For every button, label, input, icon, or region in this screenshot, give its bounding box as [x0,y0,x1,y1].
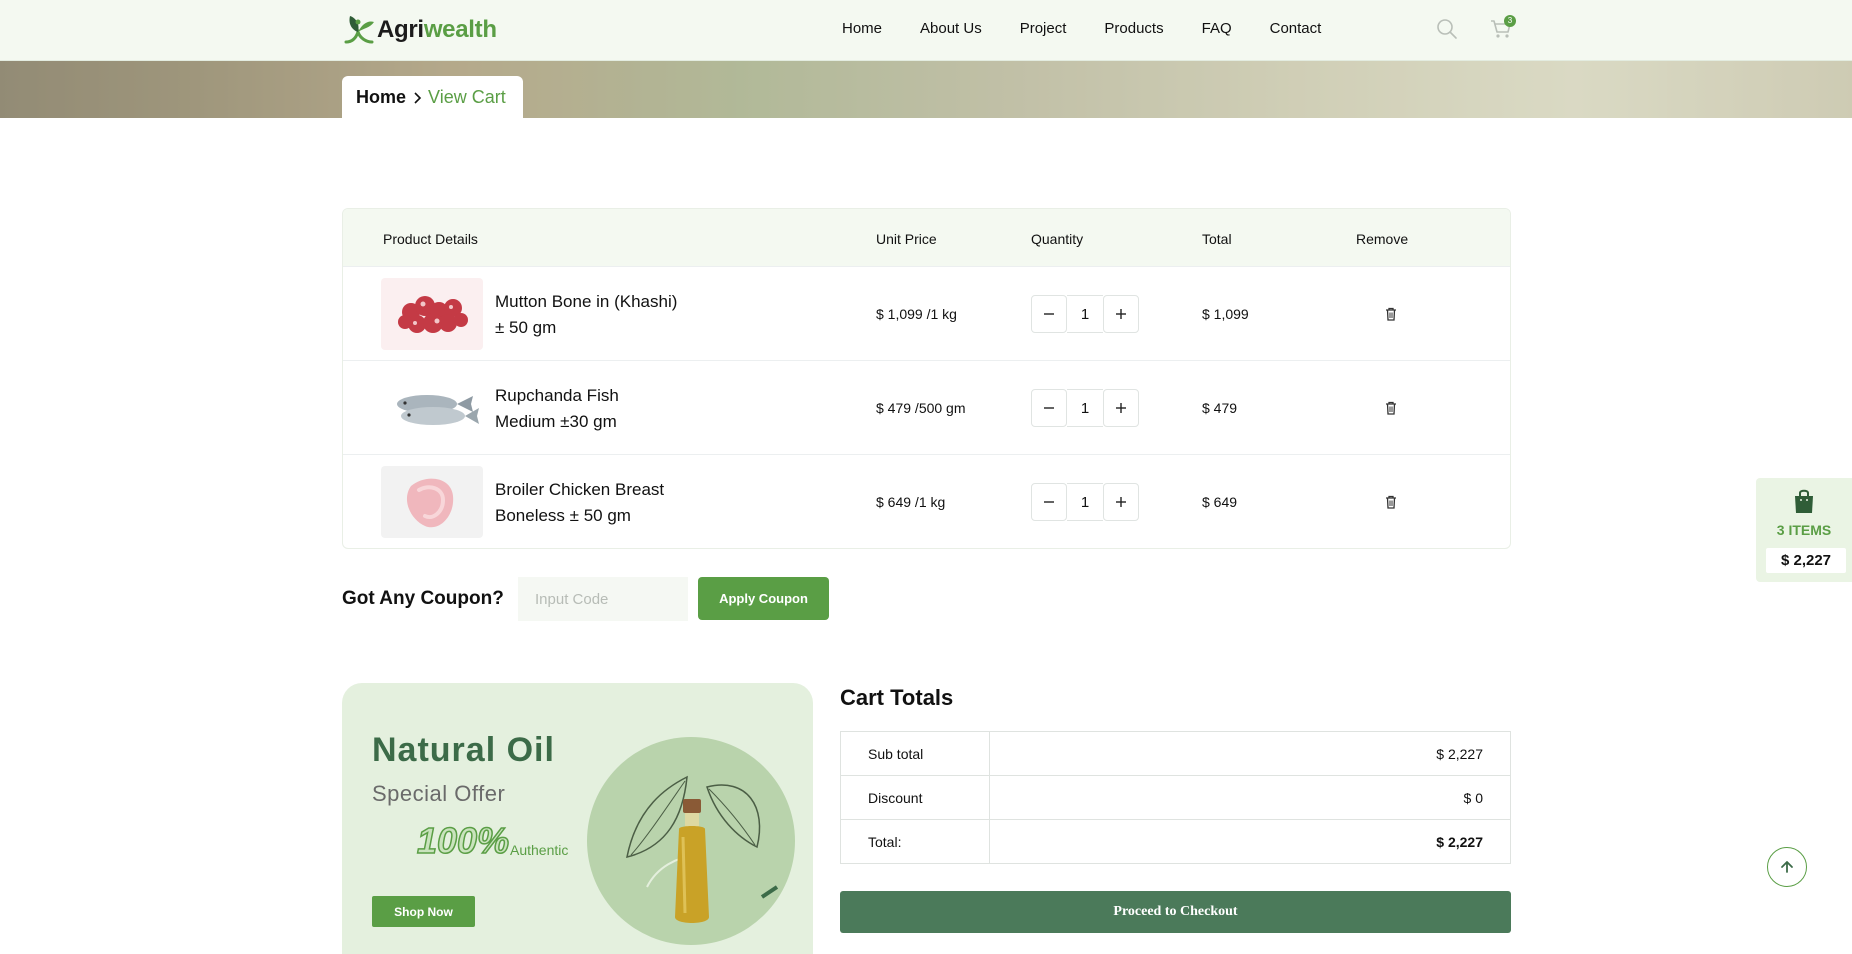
brand-name: Agriwealth [377,16,497,43]
minus-icon [1044,501,1054,503]
totals-row-total: Total: $ 2,227 [840,819,1511,864]
quantity-value[interactable]: 1 [1067,483,1103,521]
main-nav: Home About Us Project Products FAQ Conta… [842,20,1359,37]
decrease-quantity-button[interactable] [1031,295,1067,333]
decrease-quantity-button[interactable] [1031,483,1067,521]
nav-faq[interactable]: FAQ [1202,20,1232,37]
floating-cart-widget[interactable]: 3 ITEMS $ 2,227 [1756,478,1852,582]
quantity-value[interactable]: 1 [1067,389,1103,427]
promo-title: Natural Oil [372,731,555,769]
shop-now-button[interactable]: Shop Now [372,896,475,927]
subtotal-value: $ 2,227 [989,731,1511,776]
product-thumbnail-fish[interactable] [381,372,483,444]
site-header: Agriwealth Home About Us Project Product… [0,0,1852,61]
decrease-quantity-button[interactable] [1031,389,1067,427]
col-total: Total [1202,231,1232,247]
product-thumbnail-mutton[interactable] [381,278,483,350]
nav-about-us[interactable]: About Us [920,20,982,37]
discount-value: $ 0 [989,775,1511,820]
product-thumbnail-chicken[interactable] [381,466,483,538]
chevron-right-icon [414,91,422,104]
unit-price: $ 649 /1 kg [876,494,946,510]
promo-banner: Natural Oil Special Offer 100% Authentic… [342,683,813,954]
cart-totals-title: Cart Totals [840,685,954,710]
table-row: Mutton Bone in (Khashi) ± 50 gm $ 1,099 … [343,266,1510,360]
plus-icon [1116,403,1126,413]
quantity-stepper: 1 [1031,389,1139,427]
col-unit-price: Unit Price [876,231,937,247]
col-remove: Remove [1356,231,1409,247]
nav-products[interactable]: Products [1104,20,1163,37]
shopping-bag-icon [1795,489,1813,513]
apply-coupon-button[interactable]: Apply Coupon [698,577,829,620]
breadcrumb-current: View Cart [428,87,506,107]
proceed-to-checkout-button[interactable]: Proceed to Checkout [840,891,1511,933]
plus-icon [1116,309,1126,319]
floating-cart-amount: $ 2,227 [1766,548,1846,573]
scroll-to-top-button[interactable] [1767,847,1807,887]
table-row: Rupchanda Fish Medium ±30 gm $ 479 /500 … [343,360,1510,454]
cart-count-badge: 3 [1504,15,1516,27]
increase-quantity-button[interactable] [1103,483,1139,521]
oil-bottle-illustration [587,737,795,945]
col-product-details: Product Details [383,231,478,247]
increase-quantity-button[interactable] [1103,295,1139,333]
cart-totals-table: Sub total $ 2,227 Discount $ 0 Total: $ … [840,731,1511,864]
row-total: $ 1,099 [1202,306,1249,322]
search-icon[interactable] [1436,18,1458,40]
brand-logo[interactable]: Agriwealth [342,11,497,49]
table-row: Broiler Chicken Breast Boneless ± 50 gm … [343,454,1510,548]
row-total: $ 649 [1202,494,1238,510]
minus-icon [1044,313,1054,315]
row-total: $ 479 [1202,400,1238,416]
product-name[interactable]: Rupchanda Fish Medium ±30 gm [495,383,715,435]
promo-subtitle: Special Offer [372,781,506,806]
arrow-up-icon [1781,861,1793,873]
nav-contact[interactable]: Contact [1270,20,1322,37]
leaf-logo-icon [344,16,374,44]
unit-price: $ 1,099 /1 kg [876,306,957,322]
plus-icon [1116,497,1126,507]
coupon-label: Got Any Coupon? [342,588,504,609]
nav-home[interactable]: Home [842,20,882,37]
quantity-stepper: 1 [1031,295,1139,333]
coupon-code-input[interactable] [518,577,688,621]
quantity-stepper: 1 [1031,483,1139,521]
trash-icon[interactable] [1383,306,1399,322]
breadcrumb-home[interactable]: Home [356,87,406,108]
trash-icon[interactable] [1383,400,1399,416]
promo-percent: 100% [416,819,510,862]
unit-price: $ 479 /500 gm [876,400,966,416]
col-quantity: Quantity [1031,231,1084,247]
grand-total-value: $ 2,227 [989,819,1511,864]
cart-table: Product Details Unit Price Quantity Tota… [342,208,1511,549]
nav-project[interactable]: Project [1020,20,1067,37]
totals-row-discount: Discount $ 0 [840,775,1511,820]
totals-row-subtotal: Sub total $ 2,227 [840,731,1511,776]
floating-cart-items: 3 ITEMS [1776,522,1832,538]
breadcrumb: Home View Cart [342,76,523,119]
cart-table-header: Product Details Unit Price Quantity Tota… [343,209,1510,266]
promo-tag: Authentic [510,842,569,858]
product-name[interactable]: Mutton Bone in (Khashi) ± 50 gm [495,289,715,341]
trash-icon[interactable] [1383,494,1399,510]
minus-icon [1044,407,1054,409]
quantity-value[interactable]: 1 [1067,295,1103,333]
increase-quantity-button[interactable] [1103,389,1139,427]
product-name[interactable]: Broiler Chicken Breast Boneless ± 50 gm [495,477,715,529]
